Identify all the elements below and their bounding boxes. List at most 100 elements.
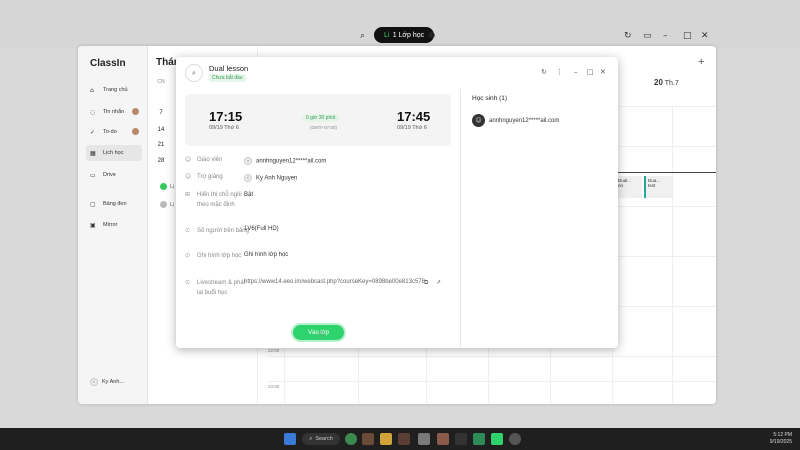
search-icon[interactable]: ⌕: [360, 31, 365, 41]
grid-line: [672, 106, 673, 404]
add-event-icon[interactable]: +: [698, 56, 704, 68]
calendar-day[interactable]: 14: [156, 127, 166, 133]
app-icon[interactable]: [509, 433, 521, 445]
end-time: 17:45: [397, 109, 431, 124]
record-icon: ⊙: [185, 252, 191, 259]
livestream-link[interactable]: https://www14.eeo.im/webcast.php?courseK…: [244, 279, 425, 285]
sidebar-item-label: Mirror: [103, 222, 118, 228]
grid-line: [268, 381, 716, 382]
person-icon: ☺: [185, 173, 192, 180]
recording-value: Ghi hình lớp học: [244, 252, 289, 258]
clock-date: 9/19/2025: [769, 439, 792, 445]
app-icon[interactable]: [418, 433, 430, 445]
hand-cursor-icon: ☝: [318, 330, 324, 340]
calendar-day[interactable]: 7: [156, 110, 166, 116]
refresh-icon[interactable]: ↻: [541, 68, 547, 76]
open-external-icon[interactable]: ↗: [436, 279, 441, 286]
blackboard-icon: ▢: [90, 200, 96, 208]
avatar: ☺: [472, 114, 485, 127]
time-label: 23:00: [268, 384, 280, 389]
sidebar-item-drive[interactable]: ▭ Drive: [86, 167, 142, 183]
avatar: a: [244, 157, 252, 165]
board-count-value: 1V6(Full HD): [244, 226, 279, 232]
minimize-icon[interactable]: –: [663, 31, 668, 41]
minimize-icon[interactable]: –: [574, 68, 578, 76]
search-label: Search: [315, 436, 333, 442]
lesson-title: Dual lesson: [209, 64, 249, 73]
calendar-day[interactable]: 28: [156, 158, 166, 164]
sidebar-item-todo[interactable]: ✓ To-do: [86, 124, 142, 140]
sidebar-item-home[interactable]: ⌂ Trang chủ: [86, 82, 142, 98]
schedule-event[interactable]: Dua... test: [644, 176, 672, 198]
app-icon[interactable]: [437, 433, 449, 445]
teacher-label: ☺ Giáo viên: [185, 156, 223, 163]
teacher-value: a annhnguyen12*****ail.com: [244, 157, 326, 165]
notification-badge: [132, 108, 139, 115]
day-number: 20: [654, 78, 663, 87]
time-card: 17:15 09/19 Thứ 6 0 giờ 30 phút (GMT+07:…: [185, 94, 451, 146]
file-explorer-icon[interactable]: [380, 433, 392, 445]
assistant-label: ☺ Trợ giảng: [185, 173, 223, 180]
lesson-type-icon: ⌕: [185, 64, 203, 82]
add-circle-icon[interactable]: ⊕: [428, 31, 436, 41]
taskbar-search[interactable]: ⌕ Search: [302, 433, 340, 445]
app-icon[interactable]: [455, 433, 467, 445]
lesson-detail-dialog: ⌕ Dual lesson Chưa bắt đầu ↻ ⋮ – □ ✕ 17:…: [176, 57, 618, 348]
calendar-filter-row[interactable]: Lị: [160, 201, 174, 208]
sidebar-item-label: Lịch học: [103, 150, 124, 156]
sidebar-item-messages[interactable]: ◌ Tin nhắn: [86, 104, 142, 120]
start-icon[interactable]: [284, 433, 296, 445]
calendar-filter-row[interactable]: Lị: [160, 183, 174, 190]
checkbox-icon: [160, 183, 167, 190]
user-name: Ky Anh...: [102, 379, 125, 385]
classroom-pill[interactable]: Li 1 Lớp học: [374, 27, 434, 43]
schedule-event[interactable]: Dual... nn: [614, 176, 642, 198]
calendar-icon: ▦: [90, 149, 96, 157]
end-date: 09/19 Thứ 6: [397, 125, 427, 131]
room-label: 1 Lớp học: [392, 31, 425, 39]
day-header: 20 Th.7: [654, 78, 679, 87]
event-subtitle: test: [648, 183, 656, 188]
sidebar-item-label: Bảng đen: [103, 201, 127, 207]
calendar-day[interactable]: 21: [156, 142, 166, 148]
student-email: annhnguyen12*****ail.com: [489, 117, 560, 124]
search-icon: ⌕: [309, 435, 313, 442]
timezone: (GMT+07:00): [310, 125, 337, 130]
more-icon[interactable]: ⋮: [556, 68, 563, 76]
sidebar: ClassIn ⌂ Trang chủ ◌ Tin nhắn ✓ To-do ▦…: [78, 46, 148, 404]
refresh-icon[interactable]: ↻: [624, 31, 632, 41]
mirror-icon: ▣: [90, 221, 96, 229]
student-item[interactable]: ☺ annhnguyen12*****ail.com: [472, 114, 559, 127]
event-subtitle: nn: [618, 183, 624, 188]
seating-label: ⊞ Hiển thị chỗ ngồi theo mặc định: [185, 191, 242, 208]
person-icon: ☺: [185, 156, 192, 163]
maximize-icon[interactable]: □: [683, 31, 692, 41]
grid-line: [268, 356, 716, 357]
sidebar-item-label: To-do: [103, 129, 117, 135]
app-icon[interactable]: [473, 433, 485, 445]
close-icon[interactable]: ✕: [701, 31, 709, 41]
chat-icon: ◌: [90, 108, 96, 116]
room-badge-icon: Li: [383, 31, 390, 39]
livestream-label: ⊙ Livestream & phát lại buổi học: [185, 279, 246, 296]
time-label: 22:00: [268, 348, 280, 353]
notification-badge: [132, 128, 139, 135]
avatar: K: [90, 378, 98, 386]
sidebar-item-mirror[interactable]: ▣ Mirror: [86, 217, 142, 233]
app-icon[interactable]: [398, 433, 410, 445]
edge-icon[interactable]: [345, 433, 357, 445]
divider: [460, 89, 461, 348]
system-clock[interactable]: 5:12 PM 9/19/2025: [758, 432, 792, 446]
copy-icon[interactable]: ⧉: [424, 279, 428, 287]
weekday-header: CN: [157, 79, 165, 85]
recording-label: ⊙ Ghi hình lớp học: [185, 252, 242, 259]
sidebar-item-schedule[interactable]: ▦ Lịch học: [86, 145, 142, 161]
classin-taskbar-icon[interactable]: [491, 433, 503, 445]
user-profile[interactable]: K Ky Anh...: [86, 374, 142, 390]
window-mode-icon[interactable]: ▭: [643, 31, 652, 41]
app-icon[interactable]: [362, 433, 374, 445]
close-icon[interactable]: ✕: [600, 68, 606, 76]
maximize-icon[interactable]: □: [587, 68, 594, 76]
status-badge: Chưa bắt đầu: [209, 74, 246, 82]
sidebar-item-blackboard[interactable]: ▢ Bảng đen: [86, 196, 142, 212]
